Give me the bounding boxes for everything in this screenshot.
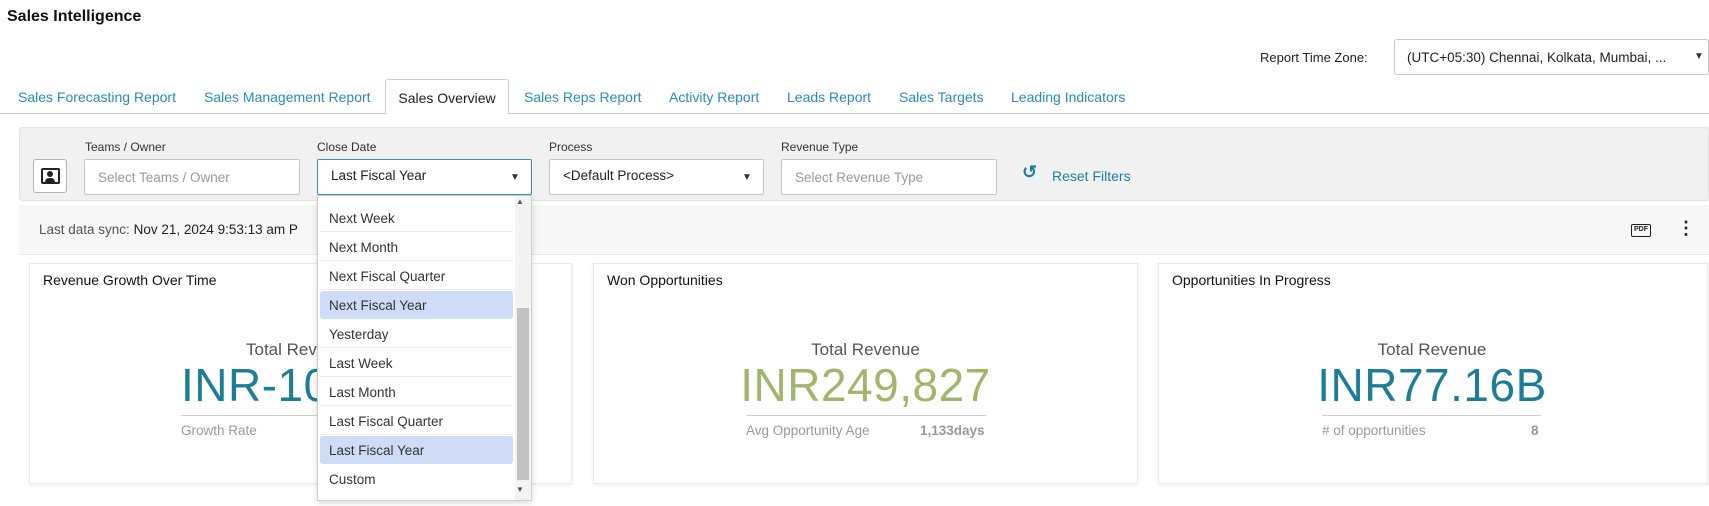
timezone-label: Report Time Zone: [1260,50,1368,65]
sync-bar: Last data sync: Nov 21, 2024 9:53:13 am … [19,205,1709,255]
app-title: Sales Intelligence [7,8,142,25]
tab-sales-reps[interactable]: Sales Reps Report [524,79,642,114]
card-title: Won Opportunities [607,272,723,288]
last-sync: Last data sync: Nov 21, 2024 9:53:13 am … [39,222,298,237]
more-vertical-icon[interactable]: ⋮ [1677,218,1695,239]
last-sync-label: Last data sync: [39,222,130,237]
dropdown-option[interactable]: Last Fiscal Year [320,436,513,464]
caret-down-icon[interactable]: ▼ [510,172,520,183]
timezone-select[interactable]: (UTC+05:30) Chennai, Kolkata, Mumbai, ..… [1394,39,1709,75]
close-date-label: Close Date [317,140,377,154]
teams-owner-label: Teams / Owner [85,140,166,154]
pdf-icon[interactable]: PDF [1631,224,1651,237]
dropdown-scroll-thumb[interactable] [517,308,529,480]
card-divider [1322,415,1541,416]
tab-leads[interactable]: Leads Report [787,79,871,114]
card-meta-label: Growth Rate [181,423,257,438]
tab-bar: Sales Forecasting Report Sales Managemen… [0,79,1709,115]
revenue-type-label: Revenue Type [781,140,859,154]
last-sync-value: Nov 21, 2024 9:53:13 am P [133,222,298,237]
card-won-opportunities: Won Opportunities Total Revenue INR249,8… [593,263,1138,484]
tab-activity[interactable]: Activity Report [669,79,759,114]
card-value: INR249,827 [740,359,991,411]
tab-sales-overview[interactable]: Sales Overview [385,79,509,115]
dropdown-option[interactable]: Last Fiscal Quarter [320,407,513,435]
dropdown-option[interactable]: Custom [320,465,513,493]
dropdown-option[interactable]: Last Week [320,349,513,377]
card-meta-value: 8 [1531,423,1539,438]
close-date-dropdown: Next Week Next Month Next Fiscal Quarter… [317,195,532,501]
caret-down-icon[interactable]: ▼ [1694,51,1704,62]
card-opportunities-in-progress: Opportunities In Progress Total Revenue … [1158,263,1708,484]
dropdown-option[interactable]: Next Month [320,233,513,261]
card-subtitle: Total Revenue [1377,340,1487,359]
card-title: Opportunities In Progress [1172,272,1331,288]
scroll-down-icon[interactable]: ▼ [516,485,524,494]
dropdown-option[interactable]: Yesterday [320,320,513,348]
revenue-type-input[interactable]: Select Revenue Type [781,159,997,195]
tab-leading-indicators[interactable]: Leading Indicators [1011,79,1125,114]
card-value: INR-10 [181,359,330,411]
card-subtitle: Total Revenue [811,340,920,359]
close-date-select[interactable]: Last Fiscal Year [317,159,532,195]
tab-sales-forecasting[interactable]: Sales Forecasting Report [18,79,176,114]
dropdown-option[interactable]: Last Month [320,378,513,406]
teams-owner-input[interactable]: Select Teams / Owner [84,159,300,195]
card-divider [746,415,986,416]
card-value: INR77.16B [1317,359,1547,411]
filter-bar: Teams / Owner Select Teams / Owner Close… [19,127,1709,201]
dropdown-option[interactable]: Next Fiscal Year [320,291,513,319]
tab-sales-targets[interactable]: Sales Targets [899,79,984,114]
card-title: Revenue Growth Over Time [43,272,217,288]
dropdown-option[interactable]: Next Week [320,204,513,232]
owner-picker-button[interactable] [33,159,67,193]
dropdown-option[interactable]: Next Fiscal Quarter [320,262,513,290]
process-label: Process [549,140,593,154]
reset-icon[interactable]: ↺ [1022,162,1037,183]
card-meta-label: Avg Opportunity Age [746,423,870,438]
reset-filters-button[interactable]: Reset Filters [1052,168,1131,184]
caret-down-icon[interactable]: ▼ [742,172,752,183]
tab-sales-management[interactable]: Sales Management Report [204,79,371,114]
card-meta-value: 1,133days [920,423,985,438]
scroll-up-icon[interactable]: ▲ [516,197,524,206]
card-meta-label: # of opportunities [1322,423,1426,438]
contact-card-icon [41,168,60,184]
card-subtitle: Total Reve [246,340,327,359]
process-select[interactable]: <Default Process> [549,159,764,195]
